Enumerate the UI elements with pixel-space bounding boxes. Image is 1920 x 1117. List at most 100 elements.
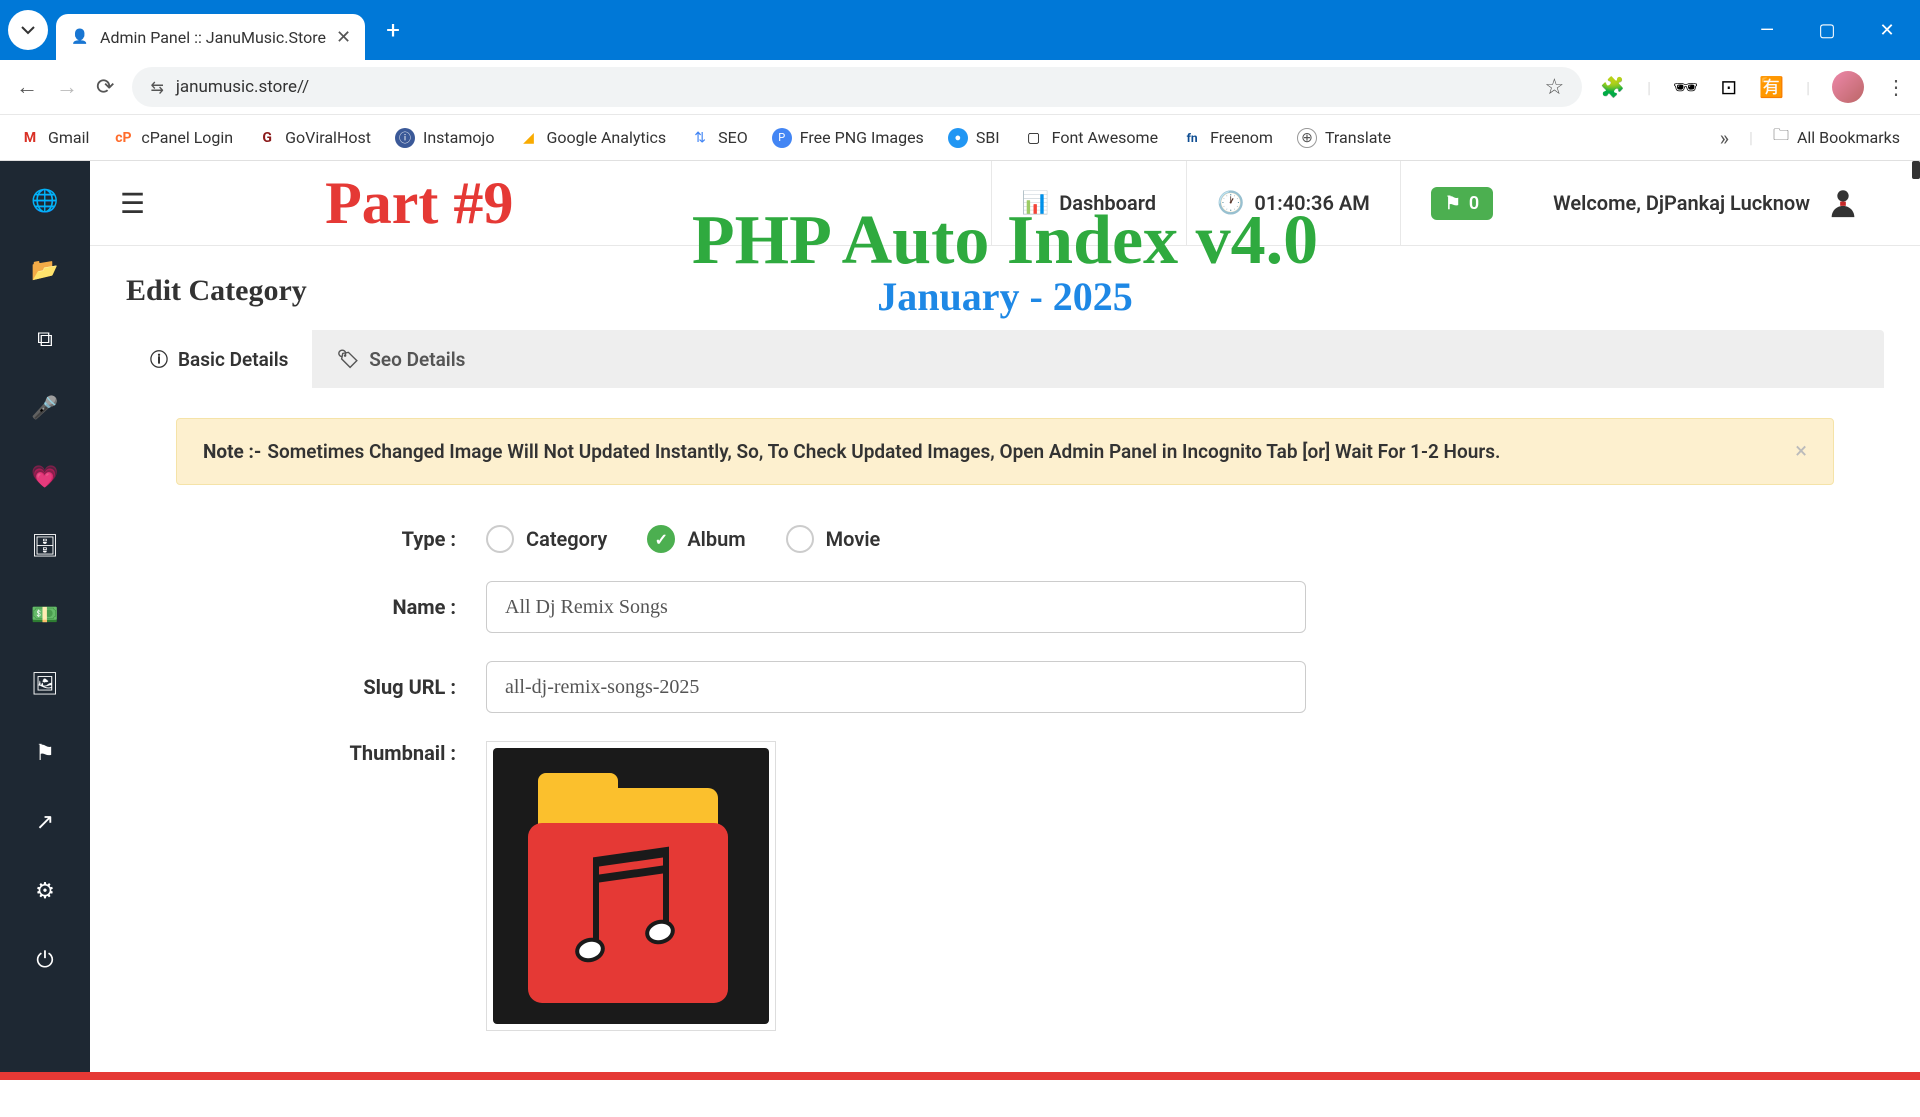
all-bookmarks-button[interactable]: 🗀 All Bookmarks — [1773, 124, 1900, 151]
bookmark-label: Instamojo — [423, 128, 495, 147]
radio-category[interactable]: Category — [486, 525, 607, 553]
bookmark-gmail[interactable]: MGmail — [20, 128, 89, 148]
minimize-button[interactable]: — — [1752, 20, 1782, 41]
radio-checked-icon: ✓ — [647, 525, 675, 553]
profile-avatar[interactable] — [1832, 71, 1864, 103]
alert-note-prefix: Note :- — [203, 440, 261, 463]
user-icon — [1826, 186, 1860, 220]
thumbnail-folder-music-icon — [493, 748, 769, 1024]
flag-icon: ⚑ — [1445, 193, 1461, 214]
bookmark-freenom[interactable]: fnFreenom — [1182, 128, 1273, 148]
bookmark-google-analytics[interactable]: ◢Google Analytics — [518, 128, 666, 148]
sidebar-heart-icon[interactable]: 💗 — [0, 465, 90, 490]
bookmark-label: Google Analytics — [546, 128, 666, 147]
radio-movie-label: Movie — [826, 527, 881, 551]
dashboard-icon: 📊 — [1022, 191, 1049, 216]
radio-album-label: Album — [687, 527, 745, 551]
clock-icon: 🕐 — [1217, 191, 1244, 216]
radio-circle-icon — [486, 525, 514, 553]
bookmark-font-awesome[interactable]: ▢ Font Awesome — [1024, 128, 1158, 148]
sidebar-link-icon[interactable]: ↗ — [0, 810, 90, 835]
tab-seo-details[interactable]: 🏷 Seo Details — [312, 330, 489, 388]
alert-close-icon[interactable]: × — [1795, 439, 1807, 464]
chevron-down-icon — [20, 22, 36, 38]
sidebar-archive-icon[interactable]: 🗄 — [0, 534, 90, 559]
bookmark-icon: ⓘ — [395, 128, 415, 148]
radio-album[interactable]: ✓ Album — [647, 525, 745, 553]
extensions-icon[interactable]: 🧩 — [1600, 75, 1625, 99]
sidebar-globe-icon[interactable]: 🌐 — [0, 189, 90, 214]
bookmark-sbi[interactable]: ●SBI — [948, 128, 1000, 148]
translate-icon[interactable]: 🈶 — [1759, 75, 1784, 99]
bookmark-label: SEO — [718, 128, 748, 147]
tab-title: Admin Panel :: JanuMusic.Store — [100, 28, 326, 47]
bookmark-instamojo[interactable]: ⓘ Instamojo — [395, 128, 495, 148]
back-button[interactable]: ← — [16, 74, 38, 100]
url-text: janumusic.store// — [176, 77, 1533, 97]
lens-icon[interactable]: ⊡ — [1720, 75, 1737, 99]
radio-circle-icon — [786, 525, 814, 553]
maximize-button[interactable]: ▢ — [1812, 20, 1842, 41]
address-bar[interactable]: ⇆ janumusic.store// ☆ — [132, 67, 1582, 107]
bookmark-icon: P — [772, 128, 792, 148]
bookmark-seo[interactable]: ⇅ SEO — [690, 128, 748, 148]
close-icon[interactable]: ✕ — [336, 27, 351, 48]
bookmark-icon: ⊕ — [1297, 128, 1317, 148]
slug-input[interactable] — [486, 661, 1306, 713]
incognito-icon[interactable]: 🕶 — [1673, 75, 1698, 99]
dashboard-link[interactable]: 📊 Dashboard — [991, 161, 1186, 246]
bookmark-label: GoViralHost — [285, 128, 371, 147]
sidebar-flag-icon[interactable]: ⚑ — [0, 741, 90, 766]
bookmark-icon: cP — [113, 128, 133, 148]
bookmark-cpanel-login[interactable]: cPcPanel Login — [113, 128, 233, 148]
sidebar-money-icon[interactable]: 💵 — [0, 603, 90, 628]
sidebar-gear-icon[interactable]: ⚙ — [0, 879, 90, 904]
hamburger-menu-icon[interactable]: ☰ — [120, 187, 145, 220]
bookmark-label: Font Awesome — [1052, 128, 1158, 147]
bookmark-icon: ● — [948, 128, 968, 148]
browser-menu-icon[interactable]: ⋮ — [1886, 75, 1904, 99]
bookmark-label: Gmail — [48, 128, 89, 147]
bookmark-label: Translate — [1325, 128, 1391, 147]
bookmark-label: Freenom — [1210, 128, 1273, 147]
sidebar-mic-icon[interactable]: 🎤 — [0, 396, 90, 421]
close-window-button[interactable]: ✕ — [1872, 20, 1902, 41]
bookmark-icon: ⇅ — [690, 128, 710, 148]
site-settings-icon[interactable]: ⇆ — [150, 78, 163, 97]
sidebar-image-icon[interactable]: 🖼 — [0, 672, 90, 697]
flag-counter[interactable]: ⚑ 0 — [1400, 161, 1523, 246]
bookmark-label: Free PNG Images — [800, 128, 924, 147]
alert-note-text: Sometimes Changed Image Will Not Updated… — [267, 440, 1500, 463]
sidebar-power-icon[interactable]: ⏻ — [0, 948, 90, 973]
bookmark-free-png-images[interactable]: P Free PNG Images — [772, 128, 924, 148]
bookmark-icon: ▢ — [1024, 128, 1044, 148]
sidebar-folder-icon[interactable]: 📂 — [0, 258, 90, 283]
new-tab-button[interactable]: + — [375, 12, 411, 48]
bookmark-translate[interactable]: ⊕ Translate — [1297, 128, 1391, 148]
tab-basic-details[interactable]: ⓘ Basic Details — [126, 330, 312, 388]
sidebar-nav: 🌐 📂 ⧉ 🎤 💗 🗄 💵 🖼 ⚑ ↗ ⚙ ⏻ — [0, 161, 90, 1080]
dashboard-label: Dashboard — [1059, 191, 1156, 215]
bookmark-goviralhost[interactable]: GGoViralHost — [257, 128, 371, 148]
scrollbar-thumb[interactable] — [1912, 161, 1920, 179]
reload-button[interactable]: ⟳ — [96, 75, 114, 100]
info-icon: ⓘ — [150, 346, 168, 372]
bookmark-star-icon[interactable]: ☆ — [1544, 75, 1564, 100]
flag-count: 0 — [1469, 193, 1479, 214]
radio-movie[interactable]: Movie — [786, 525, 881, 553]
bookmarks-overflow-icon[interactable]: » — [1720, 126, 1729, 150]
name-input[interactable] — [486, 581, 1306, 633]
browser-tab[interactable]: 👤 Admin Panel :: JanuMusic.Store ✕ — [56, 14, 365, 60]
tab-basic-label: Basic Details — [178, 348, 288, 371]
tab-search-dropdown[interactable] — [8, 10, 48, 50]
thumbnail-label: Thumbnail : — [176, 741, 486, 765]
thumbnail-preview[interactable] — [486, 741, 776, 1031]
user-menu[interactable]: Welcome, DjPankaj Lucknow — [1523, 161, 1890, 246]
clock-time: 01:40:36 AM — [1254, 191, 1369, 215]
forward-button[interactable]: → — [56, 74, 78, 100]
sidebar-copy-icon[interactable]: ⧉ — [0, 327, 90, 352]
welcome-text: Welcome, DjPankaj Lucknow — [1553, 191, 1810, 215]
clock-display: 🕐 01:40:36 AM — [1186, 161, 1400, 246]
bottom-border-accent — [0, 1072, 1920, 1080]
folder-icon: 🗀 — [1773, 124, 1789, 151]
